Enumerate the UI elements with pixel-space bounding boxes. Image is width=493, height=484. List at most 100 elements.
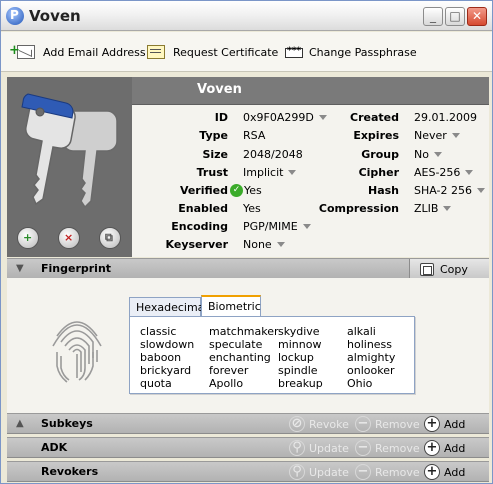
enabled-value[interactable]: Yes — [243, 202, 261, 215]
enabled-text: Yes — [243, 202, 261, 215]
fingerprint-word: skydive — [278, 325, 320, 338]
adk-section-header[interactable]: ADK ⚲ Update − Remove + Add — [7, 437, 489, 458]
key-properties: ID 0x9F0A299D Type RSA Size 2048/2048 Tr… — [132, 105, 489, 257]
trust-value[interactable]: Implicit — [243, 166, 297, 179]
add-email-address-button[interactable]: Add Email Address — [9, 43, 146, 61]
remove-revoker-button[interactable]: − Remove — [355, 463, 420, 481]
expand-arrow-icon[interactable]: ▲ — [16, 418, 24, 429]
remove-photo-button[interactable]: × — [58, 227, 80, 249]
update-label: Update — [309, 465, 349, 479]
group-value[interactable]: No — [414, 148, 442, 161]
size-value: 2048/2048 — [243, 148, 303, 161]
keyserver-value[interactable]: None — [243, 238, 285, 251]
key-image-panel: + × ⧉ — [7, 77, 132, 257]
size-text: 2048/2048 — [243, 148, 303, 161]
change-passphrase-label: Change Passphrase — [309, 45, 417, 59]
copy-fingerprint-button[interactable]: Copy — [409, 259, 489, 279]
compression-text: ZLIB — [414, 202, 439, 215]
encoding-text: PGP/MIME — [243, 220, 298, 233]
fingerprint-word: forever — [209, 364, 249, 377]
minimize-button[interactable]: _ — [423, 7, 443, 26]
add-icon: + — [23, 231, 33, 244]
type-value: RSA — [243, 129, 265, 142]
certificate-icon — [147, 45, 165, 59]
key-pair-icon — [21, 93, 118, 209]
group-label: Group — [361, 148, 399, 161]
copy-label: Copy — [440, 262, 468, 276]
tab-biometric[interactable]: Biometric — [201, 295, 261, 317]
minus-icon: − — [355, 416, 371, 432]
window-title: Voven — [29, 7, 81, 25]
plus-icon: + — [424, 440, 440, 456]
fingerprint-title: Fingerprint — [41, 262, 112, 275]
fingerprint-panel: Hexadecimal Biometric classic slowdown b… — [7, 278, 489, 413]
update-revoker-button[interactable]: ⚲ Update — [289, 463, 349, 481]
copy-icon — [420, 262, 434, 276]
biometric-word-list: classic slowdown baboon brickyard quota … — [129, 316, 415, 394]
revoke-label: Revoke — [309, 417, 349, 431]
update-adk-button[interactable]: ⚲ Update — [289, 439, 349, 457]
cipher-text: AES-256 — [414, 166, 461, 179]
remove-subkey-button[interactable]: − Remove — [355, 415, 420, 433]
add-email-icon — [9, 43, 35, 59]
request-certificate-label: Request Certificate — [173, 45, 279, 59]
compression-label: Compression — [318, 202, 399, 215]
verified-check-icon: ✓ — [230, 184, 243, 197]
key-name-header: Voven — [132, 77, 489, 105]
add-subkey-button[interactable]: + Add — [424, 415, 465, 433]
revokers-title: Revokers — [41, 465, 99, 478]
request-certificate-button[interactable]: Request Certificate — [147, 43, 278, 61]
add-revoker-button[interactable]: + Add — [424, 463, 465, 481]
type-text: RSA — [243, 129, 266, 142]
copy-photo-button[interactable]: ⧉ — [99, 227, 121, 249]
adk-title: ADK — [41, 441, 68, 454]
passphrase-icon — [285, 45, 303, 59]
fingerprint-word: spindle — [278, 364, 318, 377]
trust-label: Trust — [196, 166, 228, 179]
add-photo-button[interactable]: + — [17, 227, 39, 249]
revokers-section-header[interactable]: Revokers ⚲ Update − Remove + Add — [7, 461, 489, 482]
dropdown-arrow-icon — [288, 170, 297, 175]
change-passphrase-button[interactable]: Change Passphrase — [285, 43, 417, 61]
hash-text: SHA-2 256 — [414, 184, 472, 197]
revoke-icon: ⊘ — [289, 416, 305, 432]
maximize-button[interactable]: □ — [445, 7, 465, 26]
fingerprint-word: minnow — [278, 338, 322, 351]
dropdown-arrow-icon — [465, 170, 474, 175]
encoding-value[interactable]: PGP/MIME — [243, 220, 311, 233]
expires-value[interactable]: Never — [414, 129, 460, 142]
add-adk-button[interactable]: + Add — [424, 439, 465, 457]
add-label: Add — [444, 441, 466, 455]
cipher-value[interactable]: AES-256 — [414, 166, 474, 179]
remove-label: Remove — [375, 465, 420, 479]
subkeys-section-header[interactable]: ▲ Subkeys ⊘ Revoke − Remove + Add — [7, 413, 489, 434]
hash-label: Hash — [367, 184, 399, 197]
close-button[interactable]: ✕ — [467, 7, 487, 26]
created-text: 29.01.2009 — [414, 111, 477, 124]
expires-text: Never — [414, 129, 447, 142]
pgp-app-icon — [6, 7, 24, 25]
collapse-arrow-icon[interactable]: ▼ — [16, 263, 24, 274]
dropdown-arrow-icon — [451, 133, 460, 138]
update-label: Update — [309, 441, 349, 455]
fingerprint-word: alkali — [347, 325, 376, 338]
dropdown-arrow-icon — [443, 206, 452, 211]
tab-hexadecimal[interactable]: Hexadecimal — [129, 297, 207, 317]
verified-text: Yes — [244, 184, 262, 197]
remove-icon: × — [64, 231, 74, 244]
fingerprint-section-header[interactable]: ▼ Fingerprint Copy — [7, 258, 489, 279]
fingerprint-word: lockup — [278, 351, 314, 364]
key-name: Voven — [197, 82, 242, 97]
fingerprint-word: almighty — [347, 351, 396, 364]
fingerprint-word: slowdown — [140, 338, 195, 351]
dropdown-arrow-icon — [302, 224, 311, 229]
type-label: Type — [199, 129, 228, 142]
revoke-subkey-button[interactable]: ⊘ Revoke — [289, 415, 349, 433]
copy-icon: ⧉ — [105, 231, 113, 244]
fingerprint-word: breakup — [278, 377, 323, 390]
subkeys-title: Subkeys — [41, 417, 93, 430]
cipher-label: Cipher — [358, 166, 399, 179]
hash-value[interactable]: SHA-2 256 — [414, 184, 485, 197]
compression-value[interactable]: ZLIB — [414, 202, 452, 215]
remove-adk-button[interactable]: − Remove — [355, 439, 420, 457]
